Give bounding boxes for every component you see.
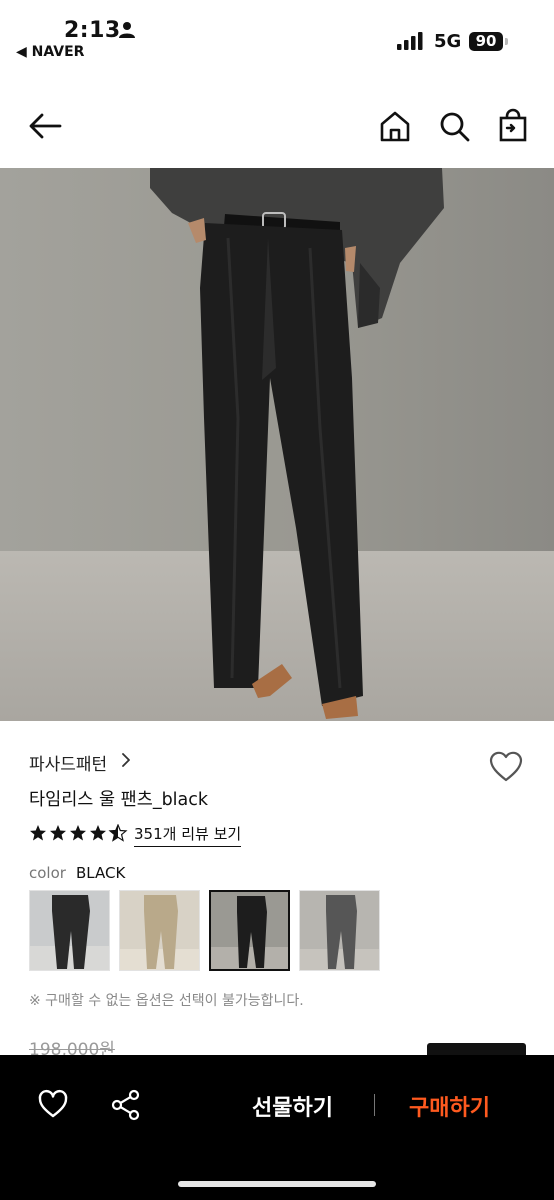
signal-icon (397, 32, 423, 50)
color-swatch-4[interactable] (299, 890, 380, 971)
product-title: 타임리스 울 팬츠_black (29, 790, 209, 810)
home-icon[interactable] (377, 108, 413, 144)
button-divider (374, 1094, 375, 1116)
back-arrow-icon[interactable] (27, 108, 63, 144)
brand-link[interactable]: 파사드패턴 (29, 750, 107, 775)
product-hero-image[interactable] (0, 168, 554, 721)
color-label: color (29, 864, 66, 882)
status-bar: 2:13 ◀ NAVER 5G 90 (0, 0, 554, 70)
shopping-bag-icon[interactable] (495, 108, 531, 144)
color-swatch-2[interactable] (119, 890, 200, 971)
gift-button[interactable]: 선물하기 (252, 1090, 333, 1122)
reviews-link[interactable]: 351개 리뷰 보기 (134, 823, 242, 847)
star-icon (30, 825, 46, 841)
status-time: 2:13 (64, 18, 121, 43)
star-icon (70, 825, 86, 841)
star-icon (90, 825, 106, 841)
back-to-app-link[interactable]: ◀ NAVER (16, 44, 84, 60)
chevron-right-icon[interactable] (120, 752, 132, 768)
heart-icon[interactable] (37, 1089, 69, 1119)
battery-indicator: 90 (469, 32, 503, 51)
option-notice: ※ 구매할 수 없는 옵션은 선택이 불가능합니다. (29, 993, 304, 1009)
battery-cap (505, 38, 508, 45)
color-swatch-1[interactable] (29, 890, 110, 971)
search-icon[interactable] (436, 108, 472, 144)
heart-icon[interactable] (487, 748, 525, 784)
color-swatch-3[interactable] (209, 890, 290, 971)
bottom-action-bar (0, 1055, 554, 1200)
share-icon[interactable] (110, 1089, 142, 1121)
buy-button[interactable]: 구매하기 (409, 1090, 490, 1122)
rating-stars (30, 824, 128, 842)
person-icon (119, 22, 135, 38)
star-icon (50, 825, 66, 841)
home-indicator[interactable] (178, 1181, 376, 1187)
color-value: BLACK (76, 864, 126, 882)
network-type: 5G (434, 31, 462, 52)
